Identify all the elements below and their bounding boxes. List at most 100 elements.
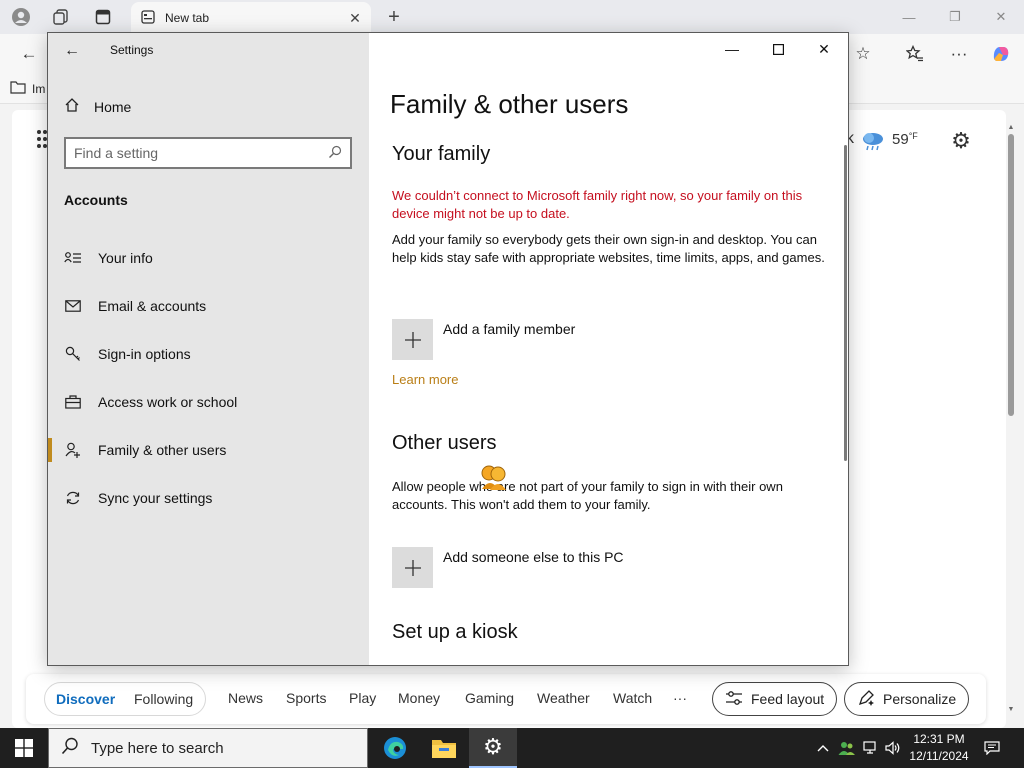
weather-widget[interactable]: k 59 °F <box>846 130 918 151</box>
edge-browser-icon[interactable] <box>371 728 419 768</box>
browser-tab-new[interactable]: New tab ✕ <box>131 2 371 34</box>
nav-home[interactable]: Home <box>64 97 131 116</box>
volume-icon[interactable] <box>882 728 904 768</box>
taskbar-clock[interactable]: 12:31 PM 12/11/2024 <box>904 731 974 765</box>
nav-item-email-accounts[interactable]: Email & accounts <box>48 286 369 326</box>
family-description: Add your family so everybody gets their … <box>392 232 825 265</box>
windows-taskbar: Type here to search ⚙ 12:31 PM 12/11/202… <box>0 728 1024 768</box>
key-icon <box>64 345 82 363</box>
weather-unit: °F <box>908 131 918 141</box>
home-icon <box>64 97 80 116</box>
favorite-star-icon[interactable]: ☆ <box>848 39 878 69</box>
tray-chevron-icon[interactable] <box>812 728 834 768</box>
kiosk-heading: Set up a kiosk <box>392 621 518 643</box>
personalize-button[interactable]: Personalize <box>844 682 970 716</box>
family-error-message: We couldn’t connect to Microsoft family … <box>392 188 803 221</box>
search-icon <box>61 737 79 759</box>
page-title: Family & other users <box>390 89 629 119</box>
clock-date: 12/11/2024 <box>909 749 969 763</box>
taskbar-search-box[interactable]: Type here to search <box>48 728 368 768</box>
nav-item-access-work-school[interactable]: Access work or school <box>48 382 369 422</box>
add-family-member-button[interactable]: Add a family member <box>392 319 575 360</box>
learn-more-link[interactable]: Learn more <box>392 372 458 387</box>
settings-window: ← Settings Home Accounts Your info E <box>47 32 849 666</box>
maximize-icon[interactable] <box>755 33 801 65</box>
more-menu-icon[interactable]: ··· <box>944 39 974 69</box>
start-windows-icon[interactable] <box>0 728 48 768</box>
clock-time: 12:31 PM <box>913 732 965 746</box>
page-settings-gear-icon[interactable]: ⚙ <box>948 128 974 154</box>
vertical-tabs-icon[interactable] <box>90 5 116 29</box>
scroll-up-icon[interactable]: ▲ <box>1006 124 1016 134</box>
import-folder-icon <box>10 80 26 97</box>
back-arrow-icon[interactable]: ← <box>14 39 44 69</box>
feed-tab-following[interactable]: Following <box>134 691 193 707</box>
feed-link-money[interactable]: Money <box>398 690 440 706</box>
close-icon[interactable]: ✕ <box>801 33 847 65</box>
nav-section-accounts: Accounts <box>64 192 128 208</box>
nav-item-your-info[interactable]: Your info <box>48 238 369 278</box>
sliders-icon <box>725 690 743 709</box>
tab-close-icon[interactable]: ✕ <box>345 10 365 27</box>
search-icon <box>328 145 342 162</box>
nav-item-family-other-users[interactable]: Family & other users <box>48 430 369 470</box>
sparkle-pen-icon <box>857 689 875 710</box>
browser-tabstrip: New tab ✕ + — ❐ ✕ <box>0 0 1024 34</box>
feed-link-watch[interactable]: Watch <box>613 690 652 706</box>
settings-app-icon[interactable]: ⚙ <box>469 728 517 768</box>
sync-icon <box>64 489 82 507</box>
feed-more-icon[interactable]: ··· <box>673 690 687 706</box>
feed-link-sports[interactable]: Sports <box>286 690 326 706</box>
other-users-heading: Other users <box>392 432 497 454</box>
workspaces-icon[interactable] <box>48 5 74 29</box>
add-someone-else-button[interactable]: Add someone else to this PC <box>392 547 624 588</box>
contact-card-icon <box>64 249 82 267</box>
feed-link-news[interactable]: News <box>228 690 263 706</box>
browser-restore-icon[interactable]: ❐ <box>932 4 978 30</box>
copilot-icon[interactable] <box>986 39 1016 69</box>
feed-link-play[interactable]: Play <box>349 690 376 706</box>
settings-nav-pane: ← Settings Home Accounts Your info E <box>48 33 369 665</box>
feed-layout-button[interactable]: Feed layout <box>712 682 838 716</box>
feed-link-weather[interactable]: Weather <box>537 690 590 706</box>
minimize-icon[interactable]: — <box>709 33 755 65</box>
browser-close-icon[interactable]: ✕ <box>978 4 1024 30</box>
plus-icon <box>392 547 433 588</box>
nav-item-sync-settings[interactable]: Sync your settings <box>48 478 369 518</box>
settings-content-pane: — ✕ Family & other users Your family We … <box>369 33 848 665</box>
people-tray-icon[interactable] <box>836 728 858 768</box>
window-title: Settings <box>110 43 154 57</box>
file-explorer-icon[interactable] <box>420 728 468 768</box>
favorites-list-icon[interactable] <box>900 39 930 69</box>
feed-link-gaming[interactable]: Gaming <box>465 690 514 706</box>
busy-cursor-icon <box>478 463 510 495</box>
briefcase-icon <box>64 393 82 411</box>
weather-temp: 59 <box>892 130 909 148</box>
mail-icon <box>64 297 82 315</box>
plus-icon <box>392 319 433 360</box>
new-tab-plus-icon[interactable]: + <box>382 5 406 29</box>
your-family-heading: Your family <box>392 143 491 165</box>
nav-item-sign-in-options[interactable]: Sign-in options <box>48 334 369 374</box>
ntp-scrollbar[interactable]: ▲ ▼ <box>1006 124 1016 718</box>
find-setting-input[interactable] <box>74 145 328 161</box>
scroll-down-icon[interactable]: ▼ <box>1006 706 1016 716</box>
network-icon[interactable] <box>860 728 882 768</box>
feed-navigation-bar: Discover Following News Sports Play Mone… <box>26 674 986 724</box>
feed-pill-group: Discover Following <box>44 682 206 716</box>
favorites-item[interactable]: Im <box>10 80 45 97</box>
browser-minimize-icon[interactable]: — <box>886 4 932 30</box>
back-arrow-icon[interactable]: ← <box>60 39 84 63</box>
profile-icon[interactable] <box>8 5 34 29</box>
feed-tab-discover[interactable]: Discover <box>56 691 115 707</box>
tab-title: New tab <box>165 11 210 25</box>
scroll-thumb[interactable] <box>1008 134 1014 416</box>
find-setting-search[interactable] <box>64 137 352 169</box>
person-add-icon <box>64 441 82 459</box>
newtab-page-icon <box>141 9 155 27</box>
rain-cloud-icon <box>860 130 886 151</box>
content-scrollbar[interactable] <box>844 145 847 461</box>
taskbar-search-placeholder: Type here to search <box>91 739 224 757</box>
other-users-description: Allow people who are not part of your fa… <box>392 479 783 512</box>
notifications-icon[interactable] <box>980 728 1004 768</box>
